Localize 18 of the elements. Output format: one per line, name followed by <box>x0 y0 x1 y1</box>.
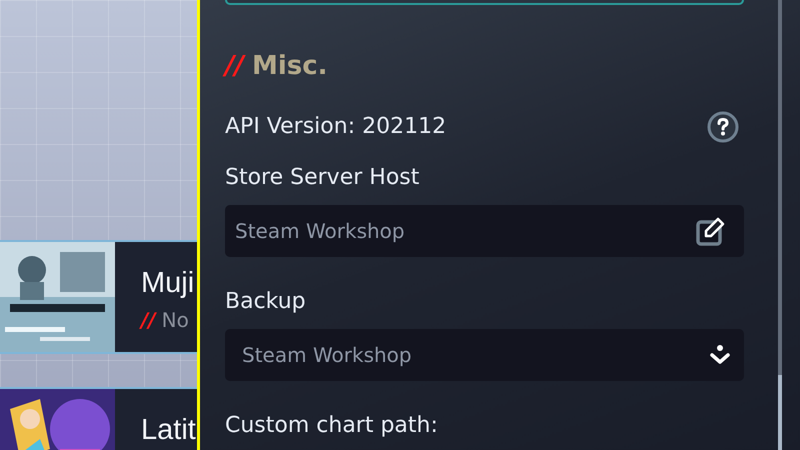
edit-icon[interactable] <box>696 216 726 246</box>
field-label: Store Server Host <box>225 164 420 192</box>
song-card[interactable]: Muji // No <box>0 240 197 354</box>
api-version: API Version: 202112 <box>225 113 446 141</box>
scrollbar[interactable] <box>778 0 782 450</box>
help-icon[interactable] <box>707 111 739 143</box>
field-label: Backup <box>225 288 307 316</box>
field-label: Custom chart path: <box>225 412 439 440</box>
song-title: Latit <box>141 413 196 447</box>
section-title: Misc. <box>252 51 328 81</box>
input-field[interactable]: Steam Workshop <box>225 205 744 257</box>
song-title: Muji <box>141 266 194 300</box>
dropdown[interactable]: Steam Workshop <box>225 329 744 381</box>
song-card[interactable]: Latit <box>0 387 197 450</box>
chevron-down-icon <box>708 343 732 367</box>
slash-mark: // <box>141 308 156 332</box>
song-subtitle: No <box>162 308 189 332</box>
slash-mark: // <box>225 51 244 81</box>
